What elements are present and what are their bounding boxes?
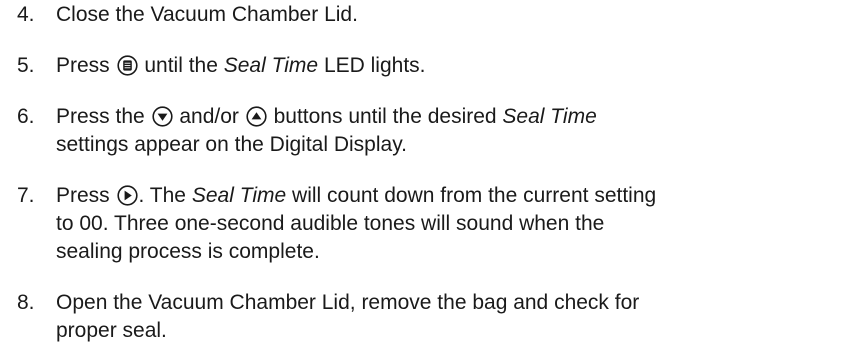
step-number: 8.: [17, 291, 35, 314]
step-text-segment: Press: [56, 54, 116, 77]
menu-select-button-icon: [116, 55, 138, 76]
step-text-segment: Press: [56, 184, 116, 207]
step-number: 5.: [17, 54, 35, 77]
step-text-segment: will count down from the current setting: [286, 184, 657, 207]
step-text-segment: buttons until the desired: [267, 105, 503, 128]
step-line: sealing process is complete.: [56, 240, 320, 263]
step-text-segment: . The: [138, 184, 192, 207]
step-text: Press the and/or buttons until the desir…: [56, 103, 836, 159]
step-line: Close the Vacuum Chamber Lid.: [56, 3, 358, 26]
step-number: 6.: [17, 105, 35, 128]
seal-time-emphasis: Seal Time: [191, 184, 287, 207]
up-arrow-button-icon: [246, 106, 267, 127]
step-line: Open the Vacuum Chamber Lid, remove the …: [56, 291, 640, 314]
step-line: to 00. Three one-second audible tones wi…: [56, 212, 605, 235]
seal-time-emphasis: Seal Time: [502, 105, 597, 128]
step-text-segment: Press the: [56, 105, 151, 128]
step-text: Press . The Seal Time will count down fr…: [56, 182, 836, 266]
step-text: Press until the Seal Time LED lights.: [56, 52, 836, 80]
start-play-button-icon: [116, 185, 138, 206]
step-text-segment: and/or: [173, 105, 245, 128]
step-line: proper seal.: [56, 319, 167, 342]
seal-time-emphasis: Seal Time: [223, 54, 319, 77]
step-text: Close the Vacuum Chamber Lid.: [56, 1, 836, 29]
step-line: Press the and/or buttons until the desir…: [56, 103, 836, 131]
step-line: settings appear on the Digital Display.: [56, 133, 407, 156]
down-arrow-button-icon: [151, 106, 173, 127]
step-text-segment: LED lights.: [318, 54, 426, 77]
step-text-segment: until the: [138, 54, 224, 77]
step-line: Press until the Seal Time LED lights.: [56, 52, 836, 80]
step-number: 7.: [17, 184, 35, 207]
step-line: Press . The Seal Time will count down fr…: [56, 182, 836, 210]
step-number: 4.: [17, 3, 35, 26]
